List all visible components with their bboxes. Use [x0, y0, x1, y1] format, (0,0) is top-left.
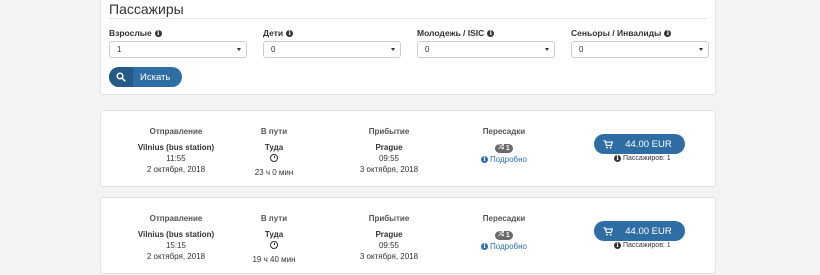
arrival-date: 3 октября, 2018: [359, 165, 419, 174]
result-card: Отправление Vilnius (bus station) 11:55 …: [100, 110, 716, 187]
price-label: 44.00 EUR: [625, 225, 672, 237]
arrival-column: Прибытие Prague 09:55 3 октября, 2018: [349, 127, 429, 175]
passenger-count-label: Пассажиров: 1: [623, 242, 671, 249]
departure-time: 11:55: [166, 154, 186, 163]
trip-column: В пути Туда 19 ч 40 мин: [234, 214, 314, 265]
departure-header: Отправление: [149, 127, 203, 136]
departure-time: 15:15: [165, 241, 187, 250]
transfers-column: Пересадки ⤮ 1 i Подробно: [464, 214, 544, 251]
info-icon[interactable]: i: [154, 29, 162, 37]
buy-button[interactable]: 44.00 EUR: [594, 221, 685, 241]
cart-icon: [598, 226, 618, 236]
trip-direction: Туда: [264, 230, 284, 239]
passengers-title: Пассажиры: [109, 1, 184, 17]
transfer-count: 1: [505, 144, 510, 152]
info-icon: i: [480, 155, 488, 163]
price-label: 44.00 EUR: [625, 138, 672, 150]
details-label: Подробно: [489, 241, 528, 251]
info-icon: i: [614, 242, 621, 249]
info-icon[interactable]: i: [286, 29, 294, 37]
arrival-date: 3 октября, 2018: [359, 252, 419, 261]
info-icon[interactable]: i: [664, 29, 672, 37]
children-value: 0: [271, 45, 276, 54]
youth-value: 0: [425, 45, 430, 54]
caret-down-icon: [391, 48, 395, 51]
shuffle-icon: ⤮: [498, 231, 504, 238]
trip-header: В пути: [260, 214, 288, 223]
transfer-badge: ⤮ 1: [495, 230, 513, 240]
info-icon: i: [480, 242, 488, 250]
trip-duration: 23 ч 0 мин: [254, 168, 294, 177]
passenger-count: i Пассажиров: 1: [614, 242, 671, 249]
info-icon[interactable]: i: [487, 29, 495, 37]
children-select[interactable]: 0: [263, 41, 401, 58]
passenger-count-label: Пассажиров: 1: [623, 155, 671, 162]
trip-header: В пути: [260, 127, 288, 136]
transfer-badge: ⤮ 1: [495, 143, 513, 153]
adults-select[interactable]: 1: [109, 41, 247, 58]
arrival-time: 09:55: [378, 154, 400, 163]
departure-date: 2 октября, 2018: [146, 252, 206, 261]
result-card: Отправление Vilnius (bus station) 15:15 …: [100, 197, 716, 274]
details-link[interactable]: i Подробно: [480, 241, 528, 251]
details-link[interactable]: i Подробно: [480, 154, 528, 164]
caret-down-icon: [545, 48, 549, 51]
arrival-station: Prague: [375, 143, 403, 152]
children-field: Дети i 0: [263, 27, 401, 58]
departure-station: Vilnius (bus station): [137, 230, 215, 239]
adults-value: 1: [117, 45, 122, 54]
transfers-column: Пересадки ⤮ 1 i Подробно: [464, 127, 544, 164]
details-label: Подробно: [489, 154, 528, 164]
passengers-panel: Пассажиры Взрослые i 1 Дети i 0 Молодежь /…: [100, 0, 716, 95]
cart-icon: [598, 139, 618, 149]
trip-duration: 19 ч 40 мин: [252, 255, 296, 264]
adults-label: Взрослые: [109, 28, 152, 38]
transfers-header: Пересадки: [482, 214, 526, 223]
divider: [109, 18, 707, 19]
seniors-select[interactable]: 0: [571, 41, 709, 58]
arrival-time: 09:55: [378, 241, 400, 250]
departure-station: Vilnius (bus station): [137, 143, 215, 152]
youth-label: Молодежь / ISIC: [417, 28, 485, 38]
arrival-header: Прибытие: [368, 214, 410, 223]
clock-icon: [270, 241, 278, 249]
passenger-count: i Пассажиров: 1: [614, 155, 671, 162]
caret-down-icon: [237, 48, 241, 51]
search-icon: [109, 67, 133, 87]
seniors-value: 0: [579, 45, 584, 54]
transfers-header: Пересадки: [482, 127, 526, 136]
youth-field: Молодежь / ISIC i 0: [417, 27, 555, 58]
transfer-count: 1: [505, 231, 510, 239]
trip-direction: Туда: [264, 143, 284, 152]
shuffle-icon: ⤮: [498, 144, 504, 151]
buy-button[interactable]: 44.00 EUR: [594, 134, 685, 154]
youth-select[interactable]: 0: [417, 41, 555, 58]
seniors-label: Сеньоры / Инвалиды: [571, 28, 662, 38]
arrival-station: Prague: [375, 230, 403, 239]
search-label: Искать: [140, 71, 171, 83]
search-button[interactable]: Искать: [109, 67, 182, 87]
seniors-field: Сеньоры / Инвалиды i 0: [571, 27, 709, 58]
info-icon: i: [614, 155, 621, 162]
arrival-column: Прибытие Prague 09:55 3 октября, 2018: [349, 214, 429, 262]
clock-icon: [270, 154, 278, 162]
caret-down-icon: [699, 48, 703, 51]
departure-date: 2 октября, 2018: [146, 165, 206, 174]
departure-column: Отправление Vilnius (bus station) 11:55 …: [116, 127, 236, 175]
trip-column: В пути Туда 23 ч 0 мин: [234, 127, 314, 178]
children-label: Дети: [263, 28, 284, 38]
departure-header: Отправление: [149, 214, 203, 223]
adults-field: Взрослые i 1: [109, 27, 247, 58]
departure-column: Отправление Vilnius (bus station) 15:15 …: [116, 214, 236, 262]
arrival-header: Прибытие: [368, 127, 410, 136]
